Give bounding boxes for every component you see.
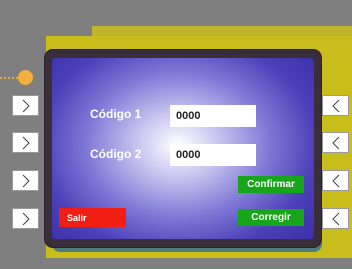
chevron-right-icon (22, 174, 30, 187)
chevron-left-icon (331, 174, 339, 187)
chevron-right-icon (22, 99, 30, 112)
confirm-button[interactable]: Confirmar (238, 176, 304, 193)
exit-button[interactable]: Salir (59, 208, 126, 227)
right-softkey-4[interactable] (322, 208, 349, 229)
code2-label: Código 2 (90, 147, 142, 161)
code1-input[interactable] (170, 105, 256, 127)
left-softkey-3[interactable] (12, 170, 39, 191)
chevron-left-icon (331, 136, 339, 149)
chevron-left-icon (331, 99, 339, 112)
chevron-left-icon (331, 212, 339, 225)
correct-button[interactable]: Corregir (238, 209, 304, 226)
right-softkey-3[interactable] (322, 170, 349, 191)
chevron-right-icon (22, 212, 30, 225)
right-softkey-2[interactable] (322, 132, 349, 153)
left-softkey-1[interactable] (12, 95, 39, 116)
code2-input[interactable] (170, 144, 256, 166)
right-softkey-1[interactable] (322, 95, 349, 116)
left-softkey-4[interactable] (12, 208, 39, 229)
code1-label: Código 1 (90, 107, 142, 121)
pointer-dot-icon (18, 70, 33, 85)
left-softkey-2[interactable] (12, 132, 39, 153)
chevron-right-icon (22, 136, 30, 149)
